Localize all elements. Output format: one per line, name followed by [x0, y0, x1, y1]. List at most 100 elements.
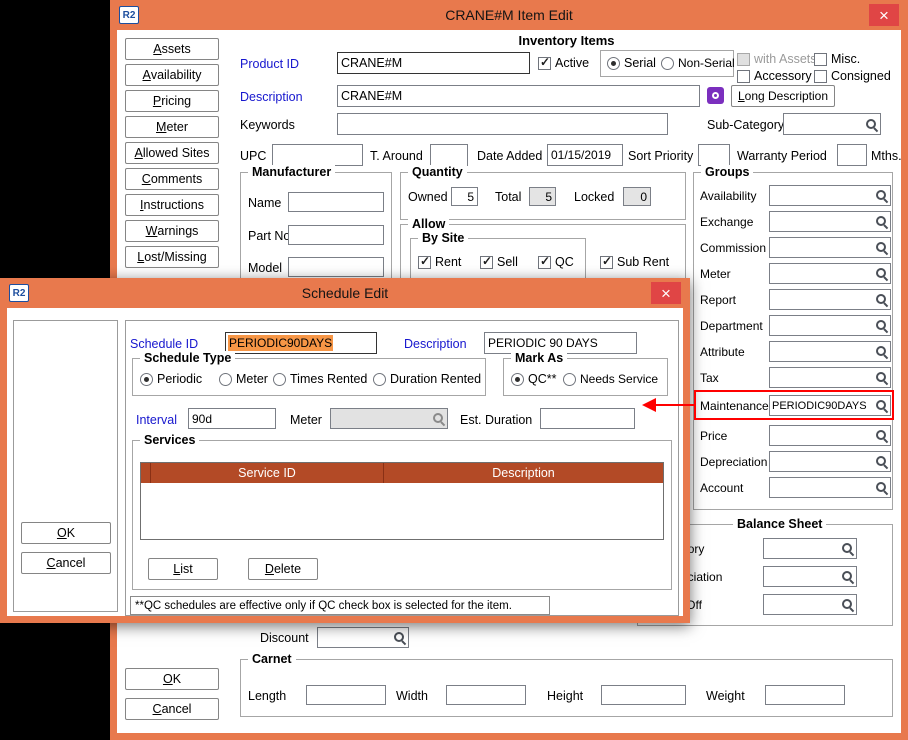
meter-group-lookup[interactable] — [769, 263, 891, 284]
serial-radio[interactable]: Serial — [607, 56, 656, 70]
account-group-input[interactable] — [770, 478, 873, 497]
interval-input[interactable] — [188, 408, 276, 429]
close-icon[interactable] — [651, 282, 681, 304]
sidebar-item-warnings[interactable]: Warnings — [125, 220, 219, 242]
magnifier-icon[interactable] — [873, 316, 890, 335]
upc-input[interactable] — [272, 144, 363, 166]
exchange-group-lookup[interactable] — [769, 211, 891, 232]
misc-checkbox[interactable]: Misc. — [814, 52, 860, 66]
schedule-ok-button[interactable]: OK — [21, 522, 111, 544]
commission-group-lookup[interactable] — [769, 237, 891, 258]
needs-service-radio[interactable]: Needs Service — [563, 372, 658, 386]
magnifier-icon[interactable] — [873, 342, 890, 361]
manufacturer-name-input[interactable] — [288, 192, 384, 212]
accessory-checkbox[interactable]: Accessory — [737, 69, 812, 83]
magnifier-icon[interactable] — [863, 114, 880, 134]
schedule-cancel-button[interactable]: Cancel — [21, 552, 111, 574]
non-serial-radio[interactable]: Non-Serial — [661, 56, 735, 70]
commission-group-input[interactable] — [770, 238, 873, 257]
write-off-input[interactable] — [764, 595, 839, 614]
magnifier-icon[interactable] — [873, 426, 890, 445]
ok-button[interactable]: OK — [125, 668, 219, 690]
qc-checkbox[interactable]: QC — [538, 255, 574, 269]
active-checkbox[interactable]: Active — [538, 56, 589, 70]
manufacturer-part-no-input[interactable] — [288, 225, 384, 245]
sub-category-lookup[interactable] — [783, 113, 881, 135]
magnifier-icon[interactable] — [873, 478, 890, 497]
magnifier-icon[interactable] — [873, 238, 890, 257]
report-group-lookup[interactable] — [769, 289, 891, 310]
department-group-lookup[interactable] — [769, 315, 891, 336]
department-group-input[interactable] — [770, 316, 873, 335]
attribute-group-lookup[interactable] — [769, 341, 891, 362]
magnifier-icon[interactable] — [873, 186, 890, 205]
sort-priority-input[interactable] — [698, 144, 730, 166]
exchange-group-input[interactable] — [770, 212, 873, 231]
magnifier-icon[interactable] — [873, 212, 890, 231]
price-group-input[interactable] — [770, 426, 873, 445]
magnifier-icon[interactable] — [839, 539, 856, 558]
bs-depreciation-input[interactable] — [764, 567, 839, 586]
est-duration-input[interactable] — [540, 408, 635, 429]
sub-category-input[interactable] — [784, 114, 863, 134]
sidebar-item-pricing[interactable]: Pricing — [125, 90, 219, 112]
schedule-id-input[interactable]: PERIODIC90DAYS — [225, 332, 377, 354]
discount-input[interactable] — [318, 628, 391, 647]
consigned-checkbox[interactable]: Consigned — [814, 69, 891, 83]
magnifier-icon[interactable] — [839, 595, 856, 614]
availability-group-input[interactable] — [770, 186, 873, 205]
rent-checkbox[interactable]: Rent — [418, 255, 461, 269]
manufacturer-model-input[interactable] — [288, 257, 384, 277]
long-description-button[interactable]: Long Description — [731, 85, 835, 107]
sidebar-item-allowed-sites[interactable]: Allowed Sites — [125, 142, 219, 164]
date-added-input[interactable] — [547, 144, 623, 166]
description-input[interactable] — [337, 85, 700, 107]
magnifier-icon[interactable] — [873, 452, 890, 471]
t-around-input[interactable] — [430, 144, 468, 166]
delete-button[interactable]: Delete — [248, 558, 318, 580]
meter-radio[interactable]: Meter — [219, 372, 268, 386]
owned-input[interactable] — [451, 187, 478, 206]
description-editor-button[interactable] — [707, 87, 724, 104]
meter-group-input[interactable] — [770, 264, 873, 283]
write-off-lookup[interactable] — [763, 594, 857, 615]
price-group-lookup[interactable] — [769, 425, 891, 446]
availability-group-lookup[interactable] — [769, 185, 891, 206]
sidebar-item-availability[interactable]: Availability — [125, 64, 219, 86]
length-input[interactable] — [306, 685, 386, 705]
maintenance-group-input[interactable] — [770, 396, 873, 415]
height-input[interactable] — [601, 685, 686, 705]
sidebar-item-comments[interactable]: Comments — [125, 168, 219, 190]
sidebar-item-assets[interactable]: Assets — [125, 38, 219, 60]
magnifier-icon[interactable] — [391, 628, 408, 647]
maintenance-group-lookup[interactable] — [769, 395, 891, 416]
magnifier-icon[interactable] — [873, 368, 890, 387]
sidebar-item-lost-missing[interactable]: Lost/Missing — [125, 246, 219, 268]
weight-input[interactable] — [765, 685, 845, 705]
attribute-group-input[interactable] — [770, 342, 873, 361]
tax-group-lookup[interactable] — [769, 367, 891, 388]
tax-group-input[interactable] — [770, 368, 873, 387]
list-button[interactable]: List — [148, 558, 218, 580]
width-input[interactable] — [446, 685, 526, 705]
duration-rented-radio[interactable]: Duration Rented — [373, 372, 481, 386]
close-icon[interactable] — [869, 4, 899, 26]
inventory-input[interactable] — [764, 539, 839, 558]
sell-checkbox[interactable]: Sell — [480, 255, 518, 269]
keywords-input[interactable] — [337, 113, 668, 135]
magnifier-icon[interactable] — [873, 264, 890, 283]
magnifier-icon[interactable] — [873, 396, 890, 415]
cancel-button[interactable]: Cancel — [125, 698, 219, 720]
product-id-input[interactable] — [337, 52, 530, 74]
bs-depreciation-lookup[interactable] — [763, 566, 857, 587]
magnifier-icon[interactable] — [873, 290, 890, 309]
sidebar-item-meter[interactable]: Meter — [125, 116, 219, 138]
inventory-lookup[interactable] — [763, 538, 857, 559]
sidebar-item-instructions[interactable]: Instructions — [125, 194, 219, 216]
times-rented-radio[interactable]: Times Rented — [273, 372, 367, 386]
depreciation-group-input[interactable] — [770, 452, 873, 471]
depreciation-group-lookup[interactable] — [769, 451, 891, 472]
periodic-radio[interactable]: Periodic — [140, 372, 202, 386]
account-group-lookup[interactable] — [769, 477, 891, 498]
qc-radio[interactable]: QC** — [511, 372, 556, 386]
